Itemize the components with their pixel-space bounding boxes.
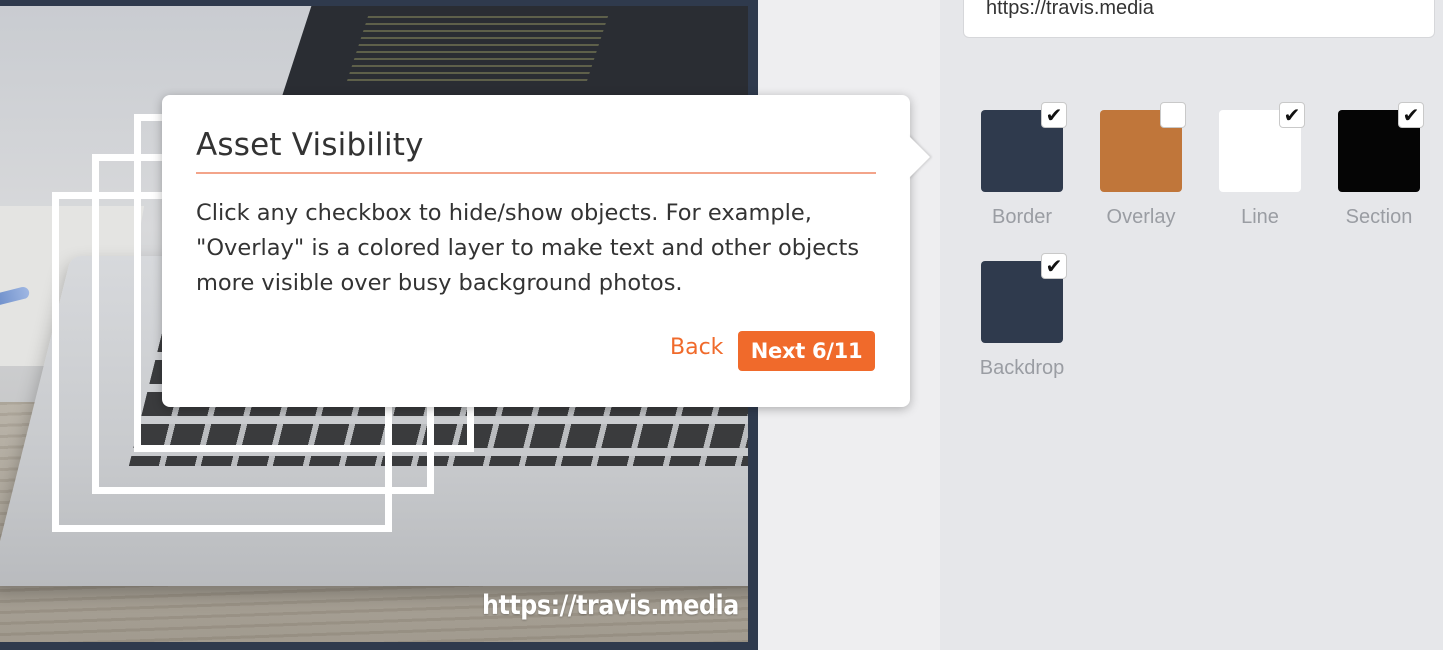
border-swatch: ✔ xyxy=(981,102,1067,192)
asset-line[interactable]: ✔ Line xyxy=(1200,102,1320,229)
section-swatch: ✔ xyxy=(1338,102,1424,192)
overlay-checkbox[interactable] xyxy=(1160,102,1186,128)
code-lines xyxy=(345,16,609,86)
backdrop-checkbox[interactable]: ✔ xyxy=(1041,253,1067,279)
title-divider xyxy=(196,172,876,174)
section-checkbox[interactable]: ✔ xyxy=(1398,102,1424,128)
line-checkbox[interactable]: ✔ xyxy=(1279,102,1305,128)
popover-arrow xyxy=(908,135,930,179)
back-button[interactable]: Back xyxy=(670,335,723,360)
asset-label-border: Border xyxy=(991,206,1053,228)
asset-section[interactable]: ✔ Section xyxy=(1319,102,1439,229)
asset-border[interactable]: ✔ Border xyxy=(962,102,1082,229)
asset-overlay[interactable]: Overlay xyxy=(1081,102,1201,229)
asset-backdrop[interactable]: ✔ Backdrop xyxy=(962,253,1082,380)
tour-body: Click any checkbox to hide/show objects.… xyxy=(196,200,860,296)
asset-label-section: Section xyxy=(1345,206,1413,228)
watermark-text: https://travis.media xyxy=(482,590,739,621)
asset-label-line: Line xyxy=(1241,206,1279,228)
backdrop-swatch: ✔ xyxy=(981,253,1067,343)
next-button[interactable]: Next 6/11 xyxy=(738,331,875,371)
overlay-swatch xyxy=(1100,102,1186,192)
url-input[interactable]: https://travis.media xyxy=(963,0,1435,38)
asset-label-overlay: Overlay xyxy=(1106,206,1176,228)
asset-label-backdrop: Backdrop xyxy=(979,357,1065,379)
tour-title: Asset Visibility xyxy=(196,127,424,163)
tour-popover: Asset Visibility Click any checkbox to h… xyxy=(162,95,930,407)
line-swatch: ✔ xyxy=(1219,102,1305,192)
border-checkbox[interactable]: ✔ xyxy=(1041,102,1067,128)
